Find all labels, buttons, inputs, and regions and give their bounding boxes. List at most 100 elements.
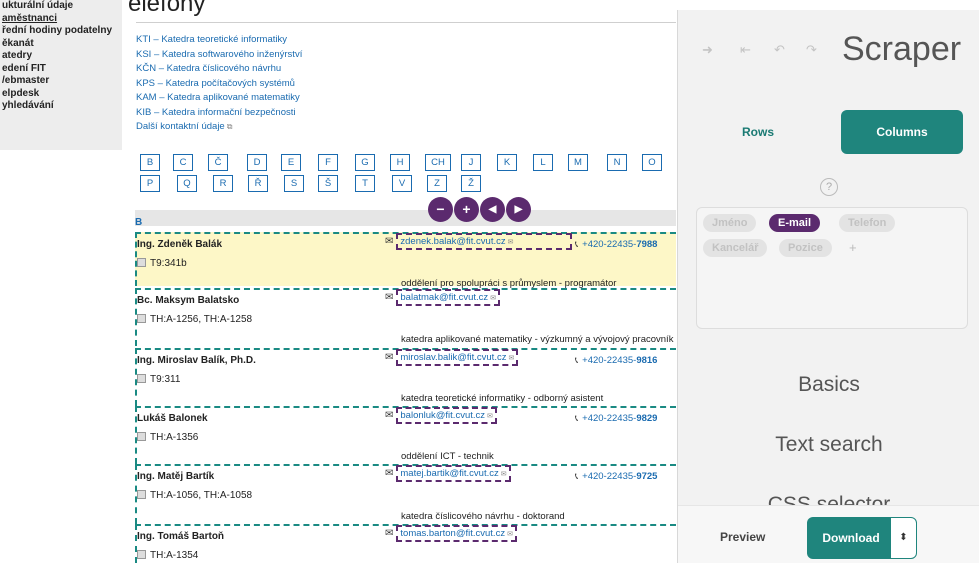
add-column-icon[interactable]: + [849, 240, 857, 255]
forward-arrow-icon[interactable]: ➜ [702, 42, 713, 58]
email-link[interactable]: zdenek.balak@fit.cvut.cz [400, 236, 505, 247]
undo-icon[interactable]: ↶ [774, 42, 785, 58]
letter-button[interactable]: O [642, 154, 662, 171]
nav-item-structural-data[interactable]: ukturální údaje [2, 0, 120, 13]
phone-prefix: +420-22435- [582, 471, 637, 482]
email-selection[interactable]: tomas.barton@fit.cvut.cz ✉ [396, 525, 517, 542]
letter-button[interactable]: R [213, 175, 233, 192]
room-icon [137, 374, 146, 383]
person-name: Lukáš Balonek [137, 413, 208, 424]
column-chip-office[interactable]: Kancelář [703, 239, 768, 257]
room-icon [137, 490, 146, 499]
dept-link-kti[interactable]: KTI – Katedra teoretické informatiky [136, 33, 302, 48]
person-email: ✉ balatmak@fit.cvut.cz ✉ [385, 289, 501, 306]
shrink-selection-button[interactable]: − [428, 197, 453, 222]
envelope-icon: ✉ [385, 292, 394, 303]
letter-button[interactable]: Ž [461, 175, 481, 192]
section-basics[interactable]: Basics [678, 373, 979, 397]
person-phone[interactable]: 📞︎ +420-22435-7988 [575, 239, 657, 250]
dept-link-kcn[interactable]: KČN – Katedra číslicového návrhu [136, 62, 302, 77]
letter-button[interactable]: Q [177, 175, 197, 192]
letter-button[interactable]: T [355, 175, 375, 192]
tab-rows[interactable]: Rows [698, 110, 818, 154]
letter-button[interactable]: P [140, 175, 160, 192]
letter-button[interactable]: E [281, 154, 301, 171]
column-chip-phone[interactable]: Telefon [839, 214, 896, 232]
letter-button[interactable]: Z [427, 175, 447, 192]
email-link[interactable]: tomas.barton@fit.cvut.cz [400, 528, 505, 539]
table-row[interactable]: Ing. Matěj Bartík TH:A-1056, TH:A-1058 ✉… [135, 464, 676, 524]
preview-button[interactable]: Preview [720, 530, 765, 544]
expand-selection-button[interactable]: + [454, 197, 479, 222]
tab-columns[interactable]: Columns [841, 110, 963, 154]
dept-link-kam[interactable]: KAM – Katedra aplikované matematiky [136, 91, 302, 106]
nav-item-helpdesk[interactable]: elpdesk [2, 88, 120, 101]
column-chip-email[interactable]: E-mail [769, 214, 821, 232]
letter-button[interactable]: Č [208, 154, 228, 171]
letter-button[interactable]: B [140, 154, 160, 171]
nav-item-departments[interactable]: atedry [2, 50, 120, 63]
table-row[interactable]: Bc. Maksym Balatsko TH:A-1256, TH:A-1258… [135, 288, 676, 346]
nav-item-office-hours[interactable]: řední hodiny podatelny [2, 25, 120, 38]
previous-sibling-button[interactable]: ◀ [480, 197, 505, 222]
next-sibling-button[interactable]: ▶ [506, 197, 531, 222]
letter-button[interactable]: CH [425, 154, 451, 171]
letter-button[interactable]: H [390, 154, 410, 171]
letter-button[interactable]: C [173, 154, 193, 171]
person-room: TH:A-1256, TH:A-1258 [137, 314, 252, 325]
nav-item-fit-management[interactable]: edení FIT [2, 63, 120, 76]
letter-button[interactable]: K [497, 154, 517, 171]
letter-button[interactable]: M [568, 154, 588, 171]
table-row[interactable]: Lukáš Balonek TH:A-1356 ✉ balonluk@fit.cv… [135, 406, 676, 464]
envelope-icon: ✉ [385, 410, 394, 421]
letter-button[interactable]: S [284, 175, 304, 192]
nav-item-employees[interactable]: aměstnanci [2, 13, 120, 26]
phone-ext: 7988 [636, 239, 658, 250]
column-chip-position[interactable]: Pozice [779, 239, 832, 257]
email-link[interactable]: matej.bartik@fit.cvut.cz [400, 468, 498, 479]
letter-button[interactable]: F [318, 154, 338, 171]
left-navigation: ukturální údaje aměstnanci řední hodiny … [0, 0, 122, 150]
letter-button[interactable]: J [461, 154, 481, 171]
person-phone[interactable]: 📞︎ +420-22435-9816 [575, 355, 657, 366]
email-link[interactable]: miroslav.balik@fit.cvut.cz [400, 352, 506, 363]
email-selection[interactable]: balatmak@fit.cvut.cz ✉ [396, 289, 501, 306]
column-chip-name[interactable]: Jméno [703, 214, 757, 232]
letter-button[interactable]: Ř [248, 175, 268, 192]
email-link[interactable]: balonluk@fit.cvut.cz [400, 410, 485, 421]
email-selection[interactable]: matej.bartik@fit.cvut.cz ✉ [396, 465, 511, 482]
other-contacts-link[interactable]: Další kontaktní údaje ⧉ [136, 120, 302, 135]
table-row[interactable]: Ing. Tomáš Bartoň TH:A-1354 ✉ tomas.barto… [135, 524, 676, 563]
title-divider [136, 22, 676, 23]
letter-button[interactable]: D [247, 154, 267, 171]
person-phone[interactable]: 📞︎ +420-22435-9725 [575, 471, 657, 482]
section-text-search[interactable]: Text search [678, 433, 979, 457]
letter-button[interactable]: V [392, 175, 412, 192]
dept-link-ksi[interactable]: KSI – Katedra softwarového inženýrství [136, 48, 302, 63]
email-selection[interactable]: miroslav.balik@fit.cvut.cz ✉ [396, 349, 519, 366]
redo-icon[interactable]: ↷ [806, 42, 817, 58]
phone-icon: 📞︎ [575, 355, 579, 365]
email-link[interactable]: balatmak@fit.cvut.cz [400, 292, 488, 303]
email-selection[interactable]: zdenek.balak@fit.cvut.cz ✉ [396, 233, 572, 250]
download-options-toggle[interactable]: ⬍ [890, 517, 917, 559]
person-phone[interactable]: 📞︎ +420-22435-9829 [575, 413, 657, 424]
table-row[interactable]: Ing. Zdeněk Balák T9:341b ✉ zdenek.balak@… [135, 232, 676, 289]
dept-link-kps[interactable]: KPS – Katedra počítačových systémů [136, 77, 302, 92]
letter-button[interactable]: N [607, 154, 627, 171]
dept-link-kib[interactable]: KIB – Katedra informační bezpečnosti [136, 106, 302, 121]
nav-item-search[interactable]: yhledávání [2, 100, 120, 113]
table-row[interactable]: Ing. Miroslav Balík, Ph.D. T9:311 ✉ miros… [135, 348, 676, 406]
person-name: Ing. Tomáš Bartoň [137, 531, 225, 542]
letter-button[interactable]: G [355, 154, 375, 171]
letter-button[interactable]: L [533, 154, 553, 171]
nav-item-webmaster[interactable]: /ebmaster [2, 75, 120, 88]
skip-icon[interactable]: ⇤ [740, 42, 751, 58]
letter-button[interactable]: Š [318, 175, 338, 192]
help-icon[interactable]: ? [820, 178, 838, 196]
download-button[interactable]: Download [807, 517, 895, 559]
column-list: Jméno E-mail Telefon Kancelář Pozice + [696, 207, 968, 329]
nav-item-deans-office[interactable]: ěkanát [2, 38, 120, 51]
email-selection[interactable]: balonluk@fit.cvut.cz ✉ [396, 407, 497, 424]
envelope-icon: ✉ [385, 528, 394, 539]
